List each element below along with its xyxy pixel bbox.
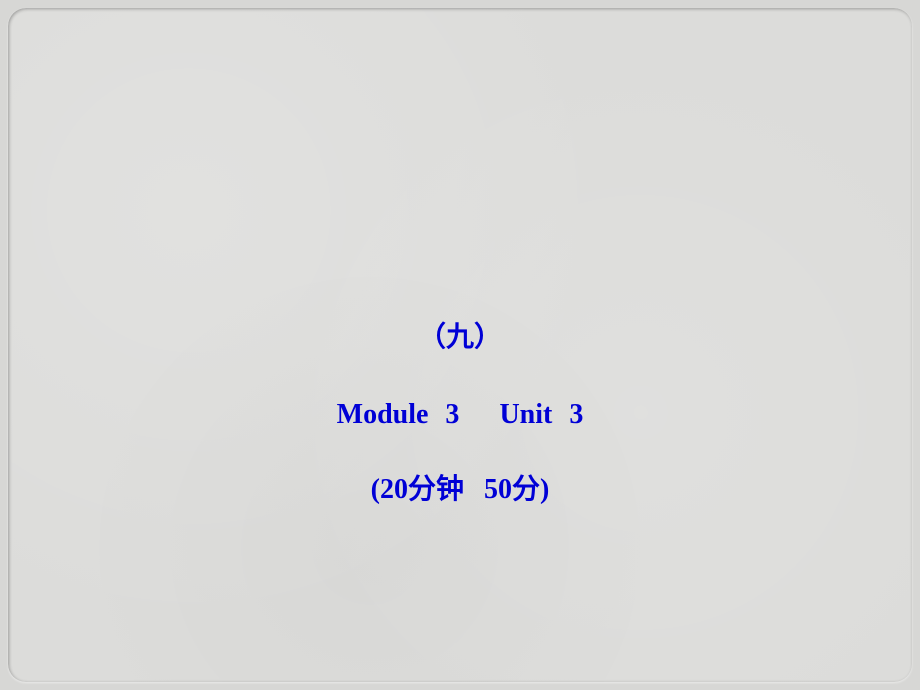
slide-title-cn: （九） — [418, 318, 502, 357]
module-label: Module 3 — [337, 399, 460, 430]
module-unit-line: Module 3 Unit 3 — [337, 395, 584, 434]
unit-label: Unit 3 — [499, 399, 583, 430]
slide-content: （九） Module 3 Unit 3 (20分钟 50分) — [8, 318, 912, 510]
score-label: 50分) — [484, 474, 549, 505]
duration-score-line: (20分钟 50分) — [371, 470, 550, 509]
duration-label: (20分钟 — [371, 474, 464, 505]
slide-container: （九） Module 3 Unit 3 (20分钟 50分) — [8, 8, 912, 682]
